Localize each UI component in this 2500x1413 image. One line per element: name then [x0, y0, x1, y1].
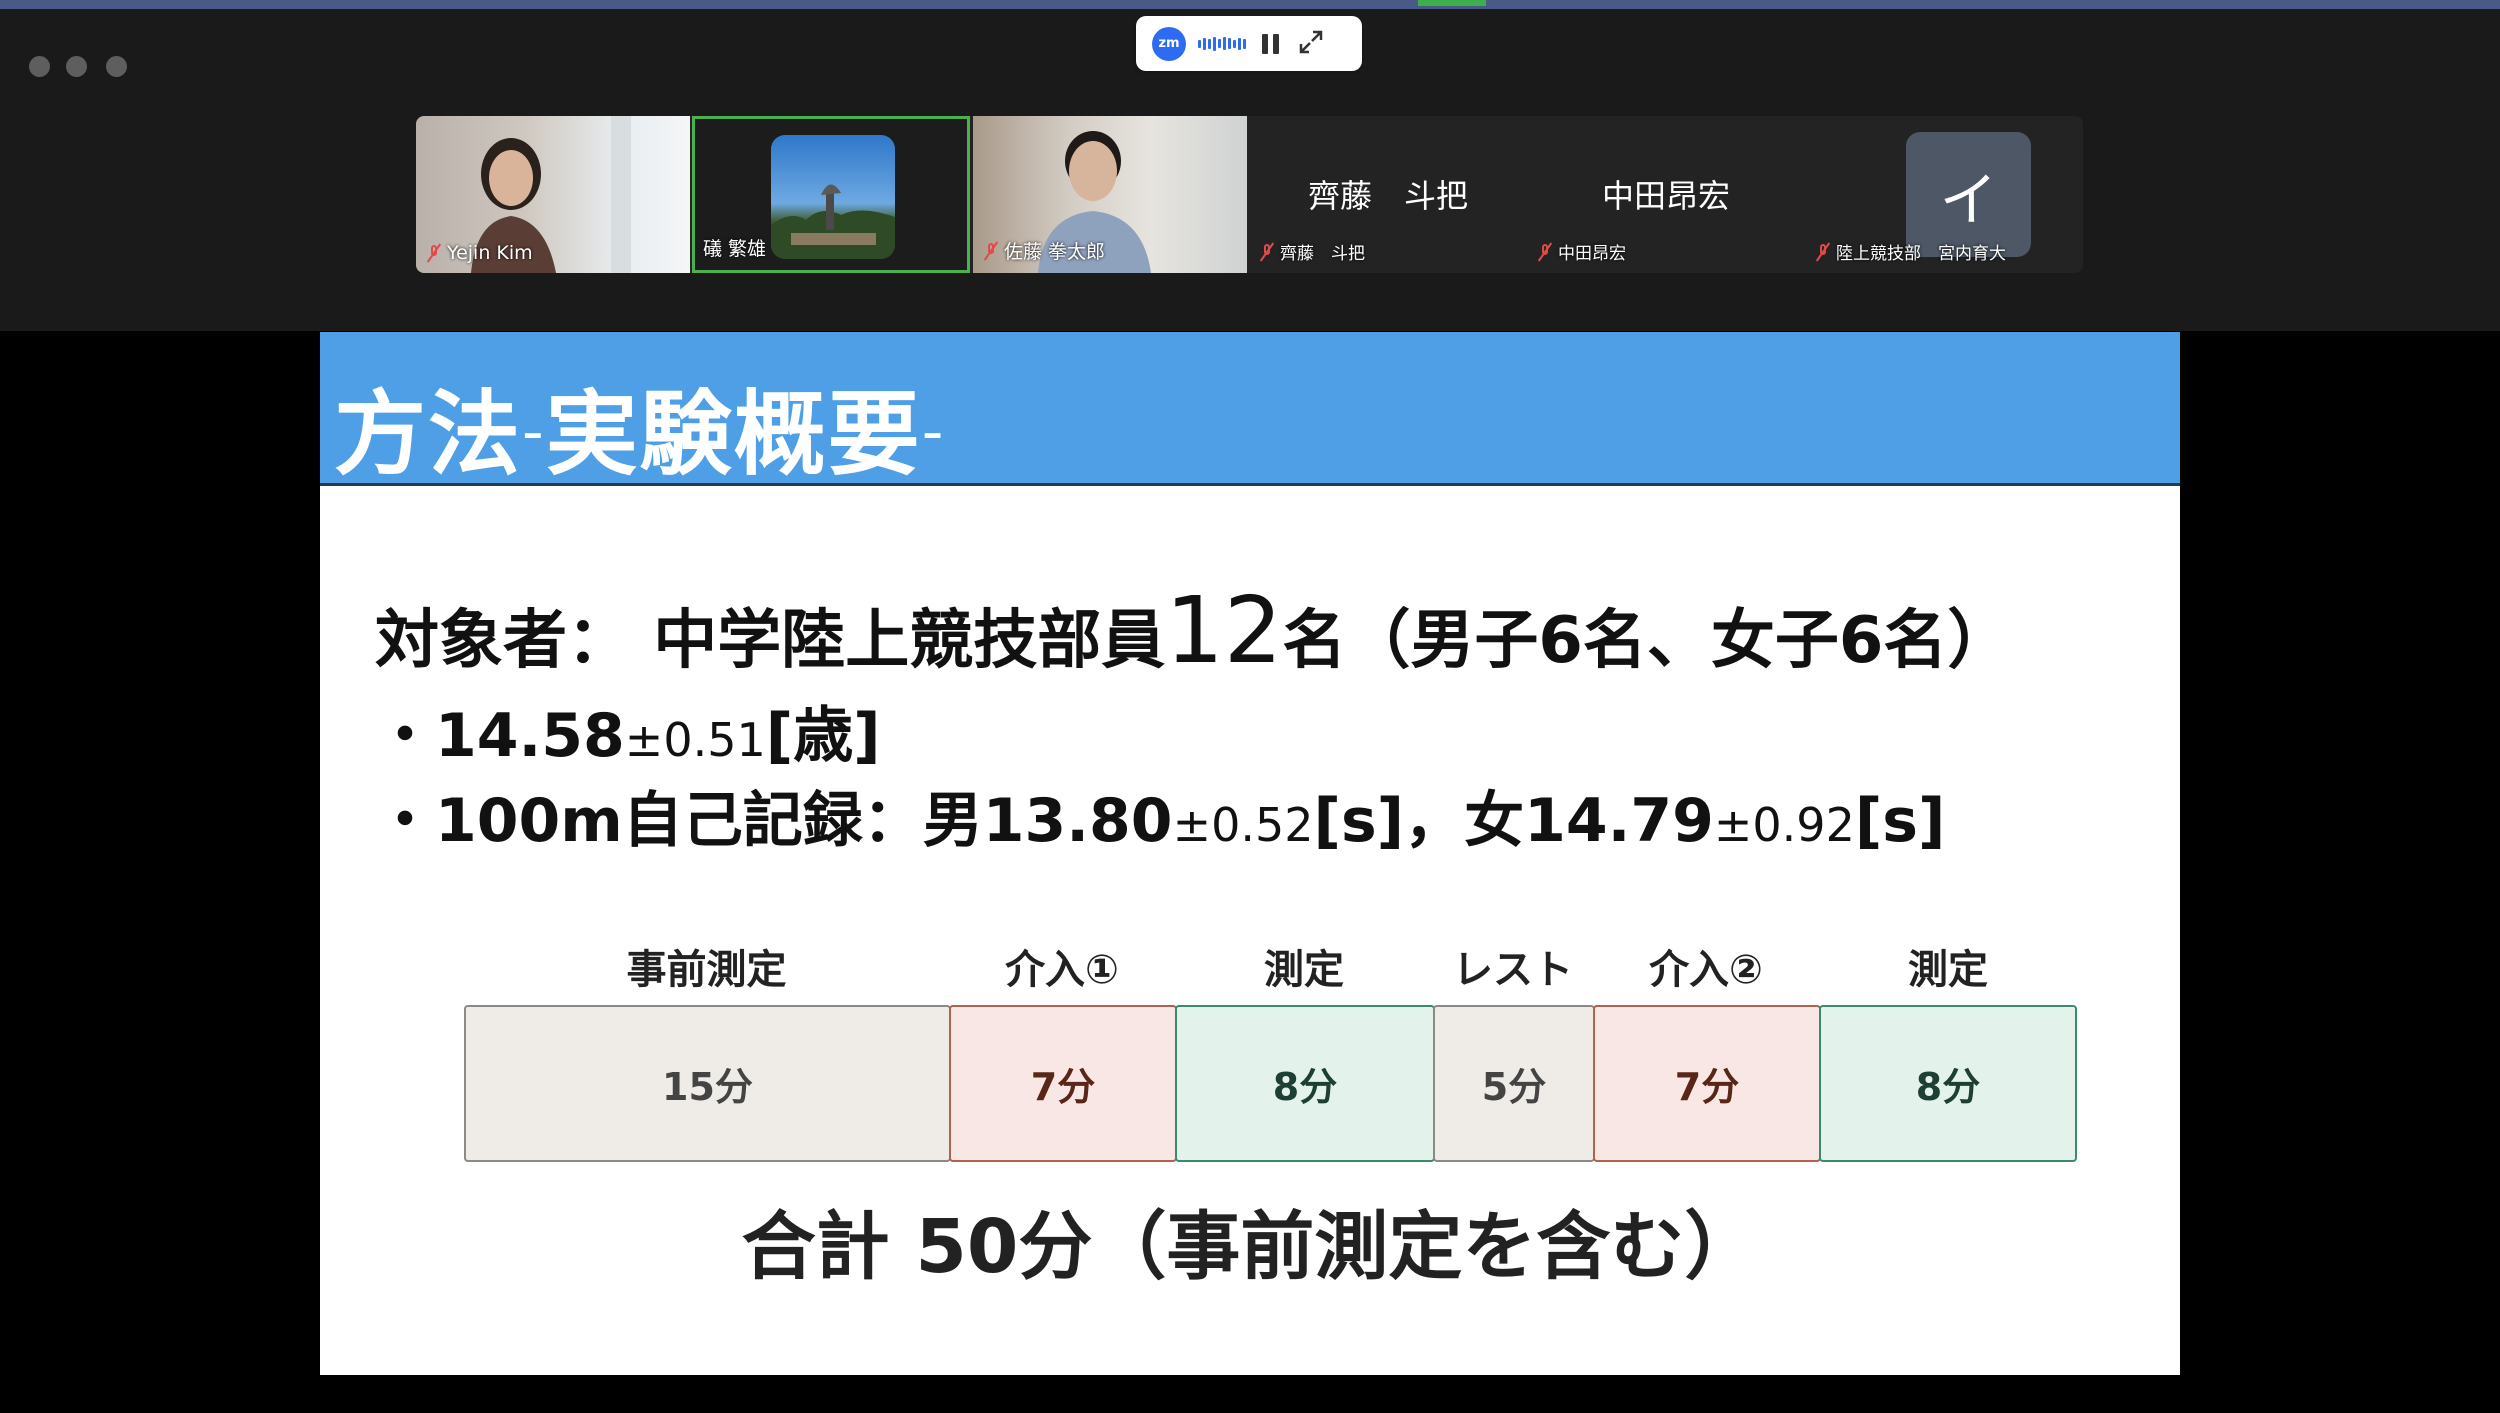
participant-display-name: 齊藤 斗把 — [1307, 177, 1468, 215]
slide-title: 方法-実験概要- — [334, 381, 946, 488]
zoom-floating-controls: zm — [1136, 16, 1362, 71]
muted-mic-icon — [1537, 243, 1553, 261]
timeline-block: 5分 — [1433, 1005, 1595, 1162]
participant-tile[interactable]: 齊藤 斗把 齊藤 斗把 — [1249, 116, 1527, 273]
timeline-label: 測定 — [1908, 947, 1988, 993]
window-dot-1[interactable] — [29, 56, 50, 77]
shared-slide: 方法-実験概要- 対象者： 中学陸上競技部員12名（男子6名、女子6名） ・14… — [320, 332, 2180, 1375]
timeline-label: レスト — [1453, 947, 1573, 993]
participant-name: 陸上競技部 宮内育大 — [1815, 239, 2006, 264]
expand-icon[interactable] — [1298, 29, 1324, 59]
participant-name: Yejin Kim — [426, 242, 533, 264]
participant-strip: Yejin Kim 礒 繁雄 佐藤 拳太郎 齊藤 斗把 齊藤 斗把 中田昂宏 中… — [416, 116, 2083, 273]
timeline-block: 15分 — [464, 1005, 951, 1162]
subjects-line: 対象者： 中学陸上競技部員12名（男子6名、女子6名） — [375, 577, 2012, 684]
timeline-block: 8分 — [1819, 1005, 2077, 1162]
timeline-label: 測定 — [1264, 947, 1344, 993]
muted-mic-icon — [1259, 243, 1275, 261]
participant-tile[interactable]: 中田昂宏 中田昂宏 — [1527, 116, 1805, 273]
slide-header: 方法-実験概要- — [320, 332, 2180, 488]
zoom-logo-icon: zm — [1152, 26, 1186, 61]
participant-name: 佐藤 拳太郎 — [983, 237, 1105, 264]
participant-tile[interactable]: Yejin Kim — [416, 116, 690, 273]
participant-name: 中田昂宏 — [1537, 239, 1626, 264]
window-dot-2[interactable] — [66, 56, 87, 77]
participant-photo — [771, 135, 895, 259]
desktop-top-bar — [0, 0, 2500, 9]
record-line: ・100m自己記録：男13.80±0.52[s]，女14.79±0.92[s] — [375, 786, 1946, 856]
timeline-block: 7分 — [949, 1005, 1177, 1162]
timeline-label: 介入② — [1649, 947, 1763, 993]
participant-display-name: 中田昂宏 — [1601, 177, 1730, 215]
audio-wave-icon — [1198, 34, 1248, 54]
muted-mic-icon — [1815, 243, 1831, 261]
timeline-label: 介入① — [1005, 947, 1119, 993]
window-dot-3[interactable] — [106, 56, 127, 77]
muted-mic-icon — [426, 244, 442, 262]
green-indicator — [1418, 0, 1486, 6]
participant-tile[interactable]: 佐藤 拳太郎 — [973, 116, 1247, 273]
participant-tile[interactable]: イ 陸上競技部 宮内育大 — [1805, 116, 2083, 273]
timeline-block: 7分 — [1593, 1005, 1821, 1162]
age-line: ・14.58±0.51[歳] — [375, 701, 881, 771]
participant-name: 齊藤 斗把 — [1259, 239, 1365, 264]
timeline-label: 事前測定 — [626, 947, 787, 993]
participant-tile-active-speaker[interactable]: 礒 繁雄 — [692, 116, 970, 273]
participant-name: 礒 繁雄 — [703, 238, 767, 260]
muted-mic-icon — [983, 242, 999, 260]
timeline-block: 8分 — [1175, 1005, 1435, 1162]
total-duration: 合計 50分（事前測定を含む） — [741, 1204, 1759, 1290]
pause-icon[interactable] — [1262, 33, 1284, 54]
